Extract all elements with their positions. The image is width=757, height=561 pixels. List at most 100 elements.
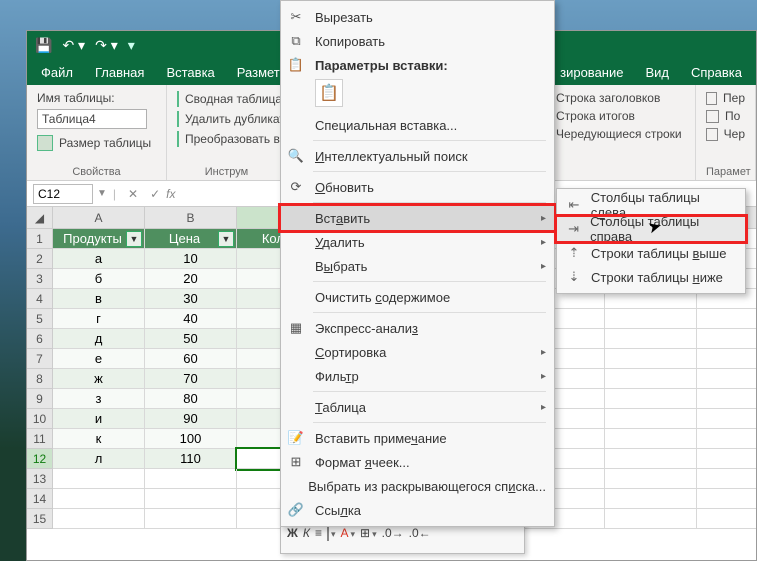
data-cell[interactable]: в <box>53 289 145 309</box>
data-cell[interactable]: 40 <box>145 309 237 329</box>
tab-help[interactable]: Справка <box>691 65 742 80</box>
empty-cell[interactable] <box>605 449 697 469</box>
empty-cell[interactable] <box>53 509 145 529</box>
ctx-pick-from-list[interactable]: Выбрать из раскрывающегося списка... <box>281 474 554 498</box>
mini-italic[interactable]: К <box>303 526 310 540</box>
row-header-8[interactable]: 8 <box>27 369 53 389</box>
tab-review-cut[interactable]: зирование <box>560 65 623 80</box>
empty-cell[interactable] <box>605 469 697 489</box>
data-cell[interactable]: и <box>53 409 145 429</box>
empty-cell[interactable] <box>605 349 697 369</box>
fx-icon[interactable]: fx <box>166 187 175 201</box>
empty-cell[interactable] <box>697 369 756 389</box>
empty-cell[interactable] <box>697 509 756 529</box>
first-col-check[interactable]: Пер <box>706 91 745 105</box>
total-row-check[interactable]: Строка итогов <box>537 109 685 123</box>
empty-cell[interactable] <box>53 489 145 509</box>
col-header-A[interactable]: A <box>53 207 145 229</box>
ctx-insert[interactable]: Вставить <box>281 206 554 230</box>
empty-cell[interactable] <box>605 409 697 429</box>
empty-cell[interactable] <box>697 489 756 509</box>
empty-cell[interactable] <box>697 389 756 409</box>
select-all-corner[interactable]: ◢ <box>27 207 53 229</box>
empty-cell[interactable] <box>605 369 697 389</box>
data-cell[interactable]: 90 <box>145 409 237 429</box>
tab-file[interactable]: Файл <box>41 65 73 80</box>
row-header-3[interactable]: 3 <box>27 269 53 289</box>
empty-cell[interactable] <box>697 429 756 449</box>
row-header-12[interactable]: 12 <box>27 449 53 469</box>
ctx-link[interactable]: 🔗Ссылка <box>281 498 554 522</box>
empty-cell[interactable] <box>605 329 697 349</box>
data-cell[interactable]: л <box>53 449 145 469</box>
data-cell[interactable]: ж <box>53 369 145 389</box>
row-header-13[interactable]: 13 <box>27 469 53 489</box>
mini-font-color[interactable]: A <box>340 526 355 540</box>
accept-formula-icon[interactable]: ✓ <box>144 187 166 201</box>
data-cell[interactable]: 50 <box>145 329 237 349</box>
row-header-7[interactable]: 7 <box>27 349 53 369</box>
mini-align[interactable]: ≡ <box>315 526 322 540</box>
mini-dec-inc[interactable]: .0→ <box>382 526 404 540</box>
row-header-9[interactable]: 9 <box>27 389 53 409</box>
ctx-format-cells[interactable]: ⊞Формат ячеек... <box>281 450 554 474</box>
data-cell[interactable]: 20 <box>145 269 237 289</box>
filter-dropdown-icon[interactable]: ▼ <box>126 231 142 247</box>
tab-view[interactable]: Вид <box>645 65 669 80</box>
redo-icon[interactable]: ↷ ▾ <box>95 37 118 54</box>
ctx-copy[interactable]: ⧉Копировать <box>281 29 554 53</box>
empty-cell[interactable] <box>145 489 237 509</box>
empty-cell[interactable] <box>697 449 756 469</box>
row-header-6[interactable]: 6 <box>27 329 53 349</box>
sub-rows-above[interactable]: ⇡Строки таблицы выше <box>557 241 745 265</box>
banded-cols-check[interactable]: Чер <box>706 127 745 141</box>
empty-cell[interactable] <box>605 429 697 449</box>
row-header-2[interactable]: 2 <box>27 249 53 269</box>
data-cell[interactable]: д <box>53 329 145 349</box>
row-header-11[interactable]: 11 <box>27 429 53 449</box>
data-cell[interactable]: 100 <box>145 429 237 449</box>
mini-borders[interactable]: ⊞ <box>360 526 377 540</box>
data-cell[interactable]: б <box>53 269 145 289</box>
col-header-B[interactable]: B <box>145 207 237 229</box>
last-col-check[interactable]: По <box>706 109 745 123</box>
th-price[interactable]: Цена▼ <box>145 229 237 249</box>
data-cell[interactable]: 70 <box>145 369 237 389</box>
ctx-filter[interactable]: Фильтр <box>281 364 554 388</box>
tablename-input[interactable]: Таблица4 <box>37 109 147 129</box>
row-header-4[interactable]: 4 <box>27 289 53 309</box>
empty-cell[interactable] <box>697 329 756 349</box>
dedupe-button[interactable]: Удалить дубликаты <box>177 111 276 127</box>
empty-cell[interactable] <box>605 309 697 329</box>
tab-insert[interactable]: Вставка <box>166 65 214 80</box>
data-cell[interactable]: е <box>53 349 145 369</box>
data-cell[interactable]: з <box>53 389 145 409</box>
data-cell[interactable]: а <box>53 249 145 269</box>
resize-table-button[interactable]: Размер таблицы <box>37 135 156 151</box>
ctx-select[interactable]: Выбрать <box>281 254 554 278</box>
ctx-smart-lookup[interactable]: 🔍Интеллектуальный поиск <box>281 144 554 168</box>
row-header-1[interactable]: 1 <box>27 229 53 249</box>
convert-button[interactable]: Преобразовать в <box>177 131 276 147</box>
mini-dec-dec[interactable]: .0← <box>409 526 431 540</box>
data-cell[interactable]: к <box>53 429 145 449</box>
tab-home[interactable]: Главная <box>95 65 144 80</box>
row-header-5[interactable]: 5 <box>27 309 53 329</box>
ctx-cut[interactable]: ✂Вырезать <box>281 5 554 29</box>
data-cell[interactable]: г <box>53 309 145 329</box>
ctx-delete[interactable]: Удалить <box>281 230 554 254</box>
row-header-15[interactable]: 15 <box>27 509 53 529</box>
name-box[interactable]: C12 <box>33 184 93 204</box>
data-cell[interactable]: 60 <box>145 349 237 369</box>
qat-more-icon[interactable]: ▾ <box>128 37 135 54</box>
empty-cell[interactable] <box>605 489 697 509</box>
empty-cell[interactable] <box>697 409 756 429</box>
name-box-dropdown-icon[interactable]: ▼ <box>97 188 107 199</box>
empty-cell[interactable] <box>53 469 145 489</box>
data-cell[interactable]: 80 <box>145 389 237 409</box>
empty-cell[interactable] <box>145 469 237 489</box>
empty-cell[interactable] <box>605 389 697 409</box>
undo-icon[interactable]: ↶ ▾ <box>62 37 85 54</box>
data-cell[interactable]: 10 <box>145 249 237 269</box>
ctx-quick-analysis[interactable]: ▦Экспресс-анализ <box>281 316 554 340</box>
